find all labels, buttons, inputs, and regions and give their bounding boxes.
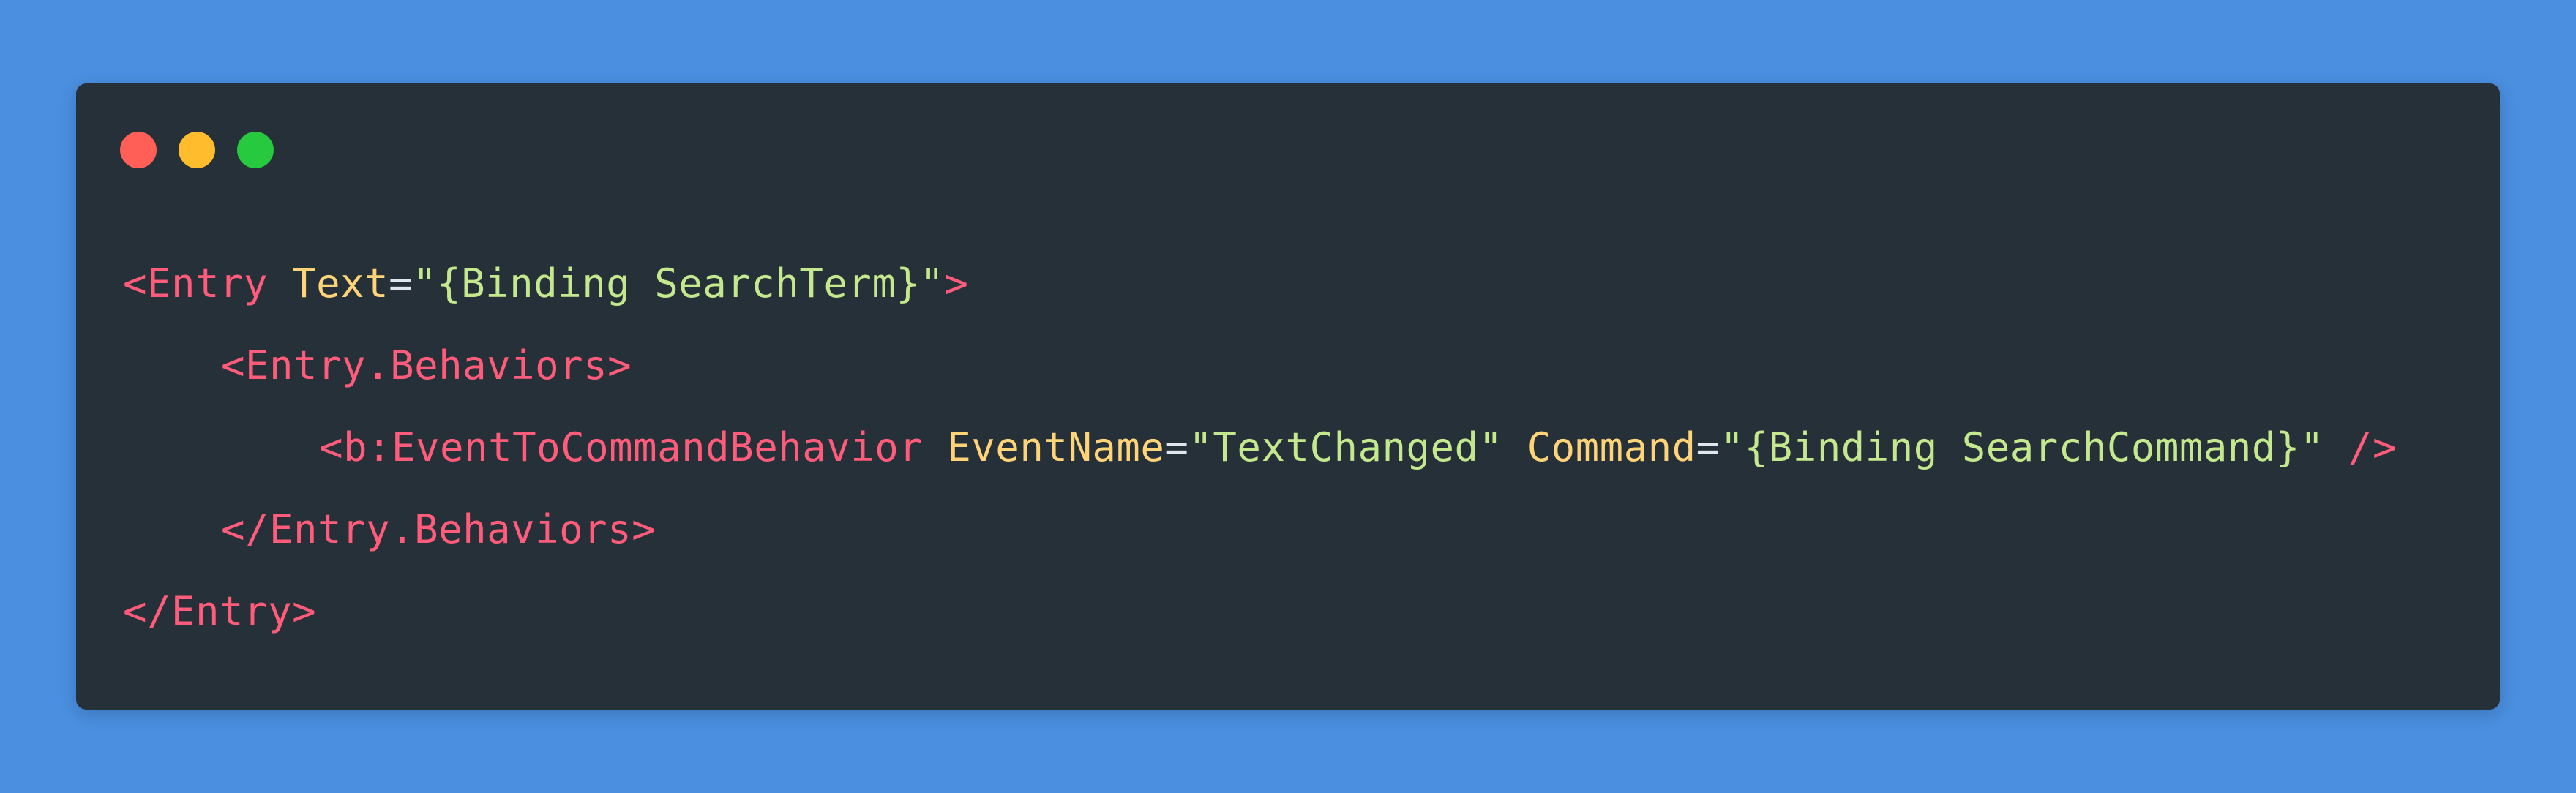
code-line: <Entry Text="{Binding SearchTerm}"> <box>123 243 2397 325</box>
code-token-tag: <Entry <box>123 260 293 307</box>
code-token-tag: </Entry> <box>123 588 317 634</box>
code-token-tag: <Entry.Behaviors> <box>221 342 632 388</box>
code-token-value: "{Binding SearchTerm}" <box>413 260 945 307</box>
close-dot-icon[interactable] <box>120 132 157 168</box>
minimize-dot-icon[interactable] <box>179 132 215 168</box>
code-token-punct: = <box>389 260 413 307</box>
code-token-attr: EventName <box>947 424 1165 470</box>
code-token-attr: Text <box>292 260 389 307</box>
code-line: </Entry.Behaviors> <box>123 489 2397 571</box>
code-line: <b:EventToCommandBehavior EventName="Tex… <box>123 407 2397 489</box>
code-block: <Entry Text="{Binding SearchTerm}"> <Entr… <box>123 243 2397 653</box>
code-token-value: "TextChanged" <box>1188 424 1527 470</box>
code-token-punct: = <box>1164 424 1189 470</box>
code-token-tag: /> <box>2348 424 2397 470</box>
window-controls <box>120 132 274 168</box>
code-token-punct: = <box>1696 424 1721 470</box>
code-token-tag: <b:EventToCommandBehavior <box>319 424 948 470</box>
code-token-tag: > <box>944 260 969 307</box>
code-token-attr: Command <box>1527 424 1696 470</box>
code-line: </Entry> <box>123 571 2397 653</box>
code-token-tag: </Entry.Behaviors> <box>221 506 656 552</box>
maximize-dot-icon[interactable] <box>237 132 274 168</box>
code-window: <Entry Text="{Binding SearchTerm}"> <Entr… <box>76 83 2500 710</box>
code-line: <Entry.Behaviors> <box>123 325 2397 407</box>
code-token-value: "{Binding SearchCommand}" <box>1720 424 2348 470</box>
